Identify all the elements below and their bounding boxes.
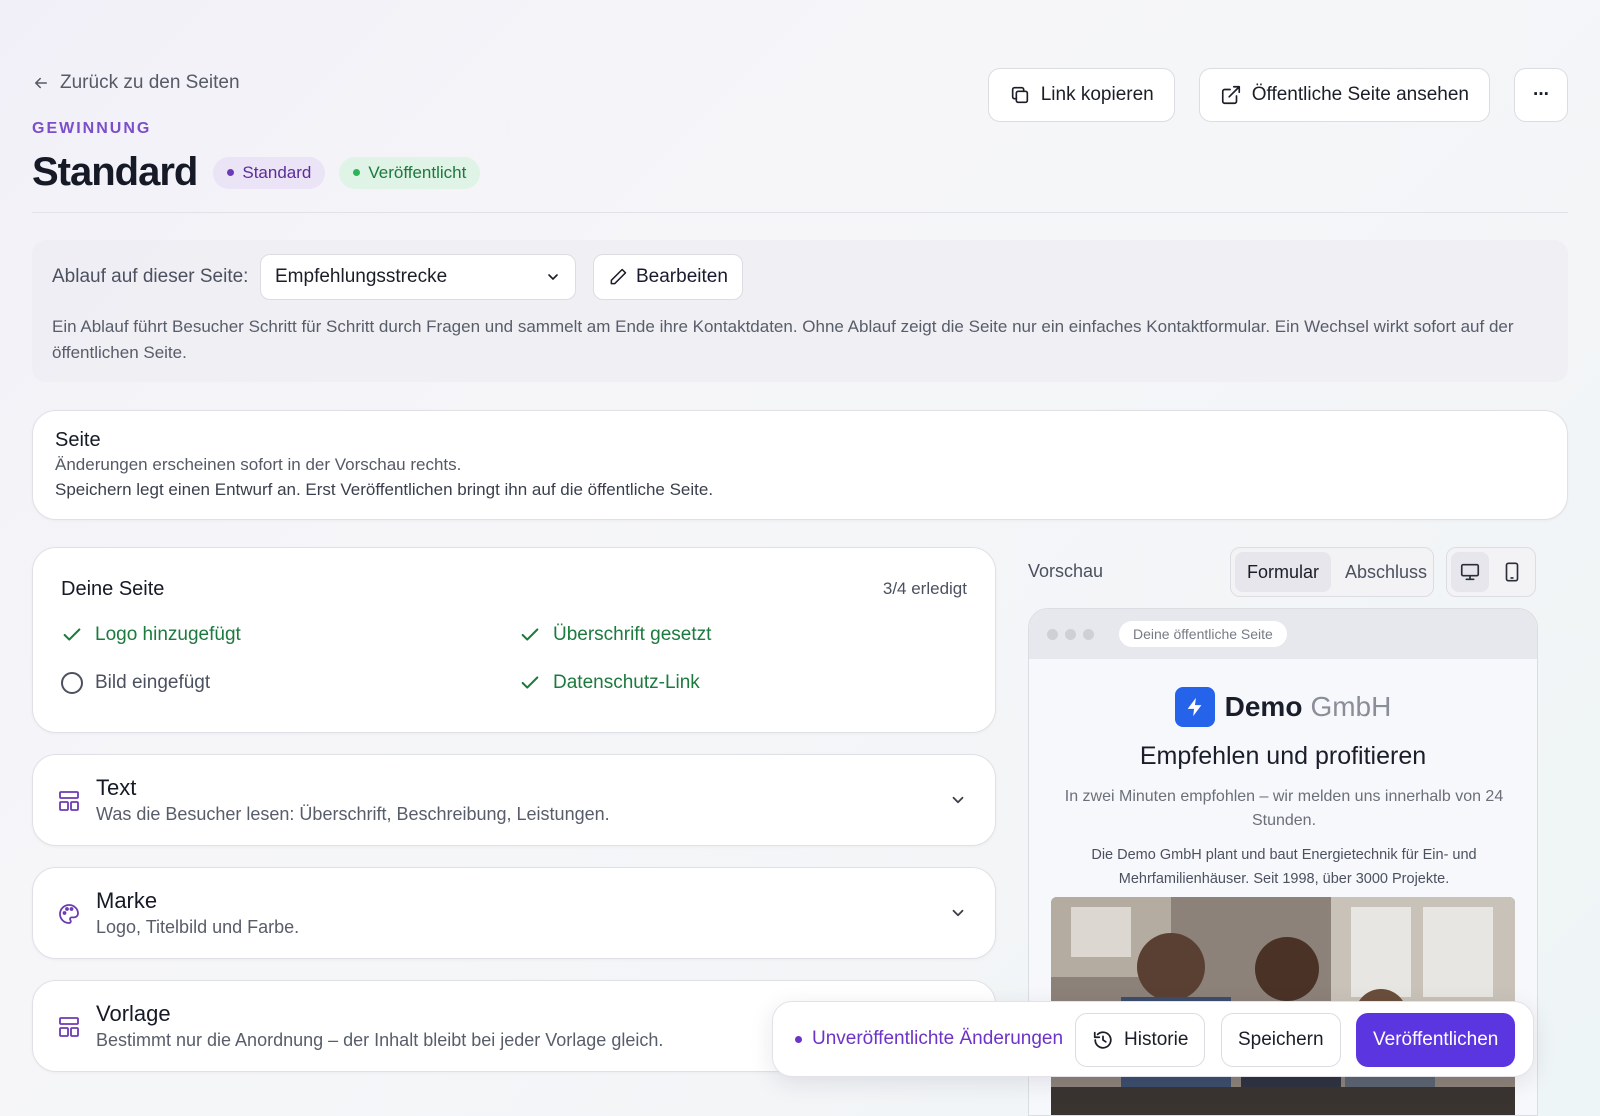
badge-dot (353, 169, 361, 176)
checklist-title: Deine Seite (61, 578, 165, 600)
checklist-item-label: Logo hinzugefügt (95, 624, 241, 645)
history-button[interactable]: Historie (1075, 1013, 1206, 1067)
chevron-down-icon (548, 274, 558, 280)
checklist-item-label: Überschrift gesetzt (553, 624, 712, 645)
page-info-line-1: Änderungen erscheinen sofort in der Vors… (55, 455, 462, 474)
page-info-title: Seite (55, 429, 101, 451)
view-public-page-label: Öffentliche Seite ansehen (1251, 84, 1469, 105)
brand-name: Demo (1224, 691, 1303, 722)
check-icon (63, 628, 81, 641)
flow-select[interactable]: Empfehlungsstrecke (260, 254, 576, 300)
back-link-label: Zurück zu den Seiten (60, 72, 240, 93)
history-icon (1093, 1031, 1112, 1049)
checklist-item: Überschrift gesetzt (519, 624, 711, 646)
flow-panel: Ablauf auf dieser Seite: Empfehlungsstre… (32, 240, 1568, 382)
status-dot (795, 1035, 802, 1043)
history-label: Historie (1124, 1029, 1189, 1050)
checklist-item-label: Datenschutz-Link (553, 672, 700, 693)
publish-action-bar: Unveröffentlichte Änderungen Historie Sp… (772, 1001, 1534, 1077)
check-icon (521, 676, 539, 689)
unpublished-status: Unveröffentlichte Änderungen (795, 1028, 1063, 1050)
window-dot (1065, 628, 1076, 640)
desktop-view-button[interactable] (1451, 552, 1489, 592)
header-actions: Link kopieren Öffentliche Seite ansehen … (987, 68, 1568, 122)
section-title: Marke (96, 888, 158, 913)
check-icon (521, 628, 539, 641)
preview-url: Deine öffentliche Seite (1119, 621, 1287, 647)
empty-circle-icon (61, 672, 83, 694)
checklist-item: Logo hinzugefügt (61, 624, 241, 646)
edit-flow-label: Bearbeiten (636, 266, 728, 287)
section-description: Was die Besucher lesen: Überschrift, Bes… (96, 804, 610, 824)
preview-brand: Demo GmbH (1029, 687, 1537, 727)
brand-suffix: GmbH (1310, 691, 1392, 722)
preview-label: Vorschau (1028, 561, 1104, 581)
more-icon: ··· (1533, 84, 1550, 105)
section-text[interactable]: Text Was die Besucher lesen: Überschrift… (32, 754, 996, 846)
badge-dot (227, 169, 235, 176)
copy-link-label: Link kopieren (1040, 84, 1154, 105)
checklist-progress: 3/4 erledigt (882, 579, 967, 598)
page-title: Standard (32, 150, 198, 194)
section-brand[interactable]: Marke Logo, Titelbild und Farbe. (32, 867, 996, 959)
tab-abschluss[interactable]: Abschluss (1333, 552, 1439, 592)
flow-description: Ein Ablauf führt Besucher Schritt für Sc… (52, 317, 1514, 362)
window-dot (1083, 628, 1094, 640)
section-description: Logo, Titelbild und Farbe. (96, 917, 300, 937)
template-badge: Standard (213, 156, 326, 189)
chevron-down-icon (952, 796, 964, 804)
unpublished-status-label: Unveröffentlichte Änderungen (812, 1028, 1064, 1049)
window-dot (1047, 628, 1058, 640)
template-badge-label: Standard (242, 162, 312, 182)
title-row: Standard Standard Veröffentlicht (32, 150, 481, 195)
arrow-left-icon (35, 77, 47, 89)
preview-description: Die Demo GmbH plant und baut Energietech… (1091, 847, 1477, 887)
back-link[interactable]: Zurück zu den Seiten (32, 72, 240, 94)
mobile-icon (1505, 562, 1519, 582)
device-toggle (1446, 547, 1536, 597)
page-info-line-2: Speichern legt einen Entwurf an. Erst Ve… (55, 480, 714, 499)
publish-label: Veröffentlichen (1373, 1029, 1499, 1050)
external-link-icon (1221, 85, 1240, 105)
copy-link-button[interactable]: Link kopieren (987, 68, 1175, 122)
browser-bar: Deine öffentliche Seite (1029, 609, 1537, 659)
chevron-down-icon (952, 909, 964, 917)
desktop-icon (1460, 563, 1480, 581)
checklist-item-label: Bild eingefügt (95, 672, 211, 693)
tab-formular[interactable]: Formular (1235, 552, 1332, 592)
preview-tabs: Formular Abschluss (1230, 547, 1434, 597)
status-badge-label: Veröffentlicht (368, 162, 467, 182)
checklist-item: Bild eingefügt (61, 672, 210, 694)
palette-icon (59, 904, 79, 924)
page-eyebrow: GEWINNUNG (32, 120, 152, 137)
save-label: Speichern (1238, 1029, 1324, 1050)
copy-icon (1011, 86, 1028, 104)
publish-button[interactable]: Veröffentlichen (1356, 1013, 1516, 1067)
layout-icon (59, 1017, 79, 1037)
checklist-card: Deine Seite 3/4 erledigt Logo hinzugefüg… (32, 547, 996, 733)
flow-select-value: Empfehlungsstrecke (275, 266, 448, 287)
preview-subheading: In zwei Minuten empfohlen – wir melden u… (1064, 788, 1504, 829)
mobile-view-button[interactable] (1493, 552, 1531, 592)
pencil-icon (610, 268, 627, 285)
save-button[interactable]: Speichern (1221, 1013, 1341, 1067)
header-divider (32, 212, 1568, 213)
section-title: Text (96, 775, 137, 800)
preview-heading: Empfehlen und profitieren (1139, 742, 1427, 770)
checklist-item: Datenschutz-Link (519, 672, 700, 694)
edit-flow-button[interactable]: Bearbeiten (593, 254, 743, 300)
flow-label: Ablauf auf dieser Seite: (52, 266, 249, 287)
view-public-page-button[interactable]: Öffentliche Seite ansehen (1198, 68, 1490, 122)
more-options-button[interactable]: ··· (1514, 68, 1568, 122)
layout-icon (59, 791, 79, 811)
page-info-card: Seite Änderungen erscheinen sofort in de… (32, 410, 1568, 520)
status-badge: Veröffentlicht (339, 156, 481, 189)
section-description: Bestimmt nur die Anordnung – der Inhalt … (96, 1030, 664, 1050)
bolt-logo-icon (1174, 687, 1215, 727)
section-title: Vorlage (96, 1001, 171, 1026)
